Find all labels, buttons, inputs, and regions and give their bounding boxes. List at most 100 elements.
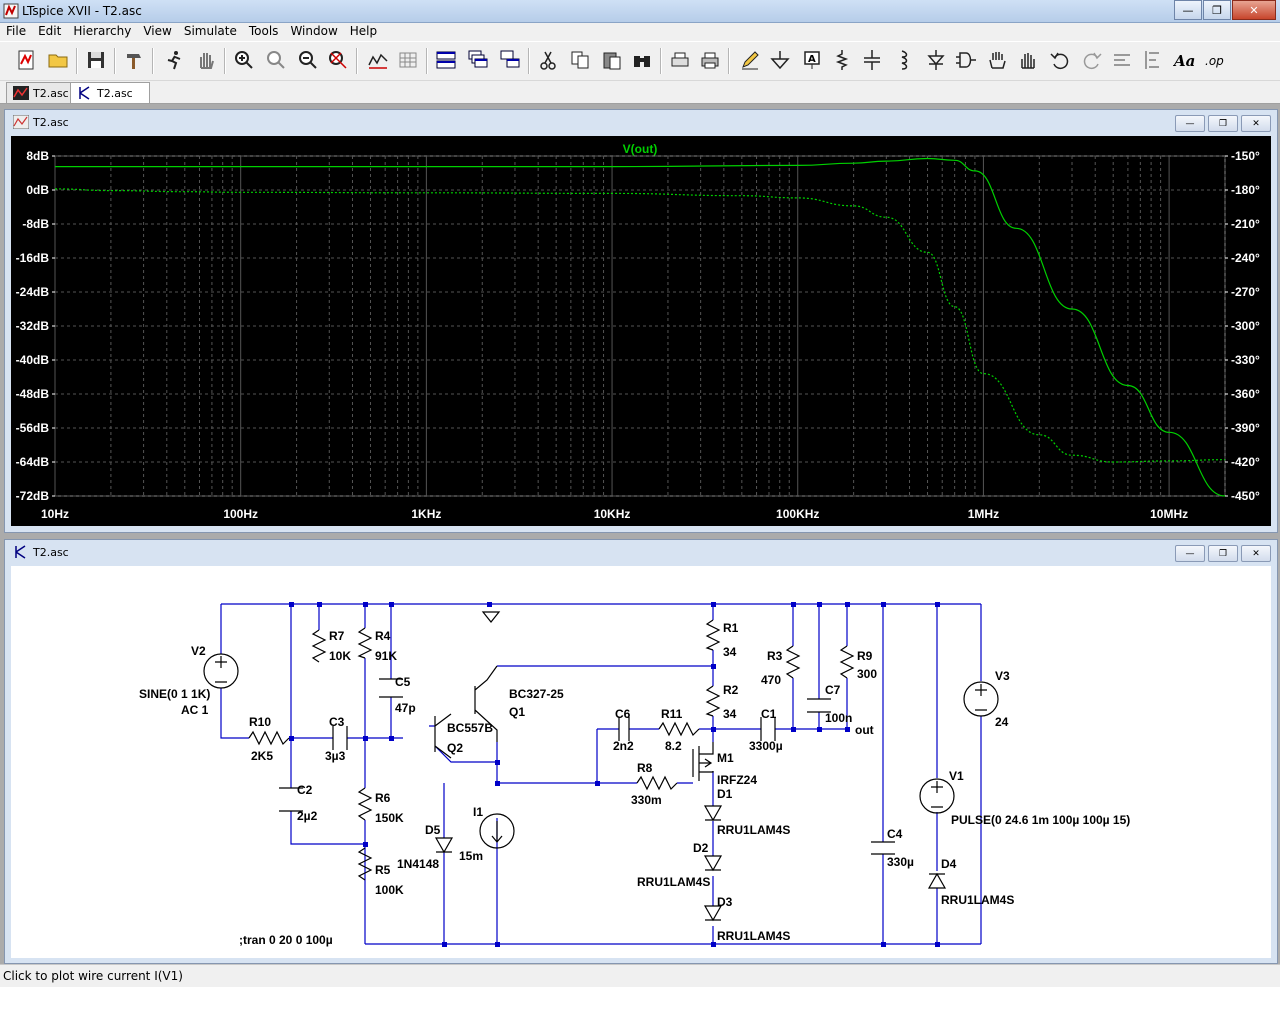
x-tick-label: 10KHz: [594, 507, 631, 521]
x-tick-label: 100Hz: [223, 507, 258, 521]
tile-vertical-button[interactable]: [498, 48, 522, 72]
cascade-button[interactable]: [466, 48, 490, 72]
schematic-svg[interactable]: V2 SINE(0 1 1K) AC 1 R10 2K5 C3 3µ3 R7 1…: [11, 566, 1271, 958]
cut-button[interactable]: [536, 48, 560, 72]
label-r4: R4: [375, 629, 391, 643]
diode-button[interactable]: [924, 48, 948, 72]
zoom-out-button[interactable]: [296, 48, 320, 72]
schematic-minimize-button[interactable]: —: [1175, 545, 1205, 562]
draw-wire-button[interactable]: [738, 48, 762, 72]
hand-halt-icon: [200, 53, 214, 69]
label-r7: R7: [329, 629, 345, 643]
close-button[interactable]: ✕: [1232, 0, 1276, 20]
components[interactable]: [203, 611, 999, 922]
resistor-button[interactable]: [830, 48, 854, 72]
label-q2: Q2: [447, 741, 463, 755]
print-button[interactable]: [698, 48, 722, 72]
y2-tick-label: -150°: [1231, 149, 1260, 163]
text-icon: Aa: [1173, 52, 1195, 70]
plot-window-titlebar[interactable]: T2.asc — ❐ ✕: [5, 110, 1277, 136]
spice-directive-button[interactable]: .op: [1204, 48, 1228, 72]
schematic-close-button[interactable]: ✕: [1241, 545, 1271, 562]
menu-window[interactable]: Window: [284, 23, 343, 38]
menu-view[interactable]: View: [137, 23, 177, 38]
plot-minimize-button[interactable]: —: [1175, 115, 1205, 132]
label-c5-value: 47p: [395, 701, 416, 715]
mirror-button[interactable]: [1140, 48, 1164, 72]
zoom-in-button[interactable]: [232, 48, 256, 72]
move-button[interactable]: [986, 48, 1010, 72]
label-i1-value: 15m: [459, 849, 483, 863]
menu-hierarchy[interactable]: Hierarchy: [67, 23, 137, 38]
plot-close-button[interactable]: ✕: [1241, 115, 1271, 132]
component-button[interactable]: [954, 48, 978, 72]
y-tick-label: -16dB: [16, 251, 50, 265]
magnitude-trace: [55, 157, 1226, 497]
drag-button[interactable]: [1016, 48, 1040, 72]
zoom-full-button[interactable]: [326, 48, 350, 72]
waveform-tab-icon: [13, 86, 29, 100]
label-r1-value: 34: [723, 645, 737, 659]
label-i1: I1: [473, 805, 483, 819]
menu-edit[interactable]: Edit: [32, 23, 67, 38]
menu-file[interactable]: File: [0, 23, 32, 38]
svg-text:A: A: [808, 54, 816, 65]
label-d5: D5: [425, 823, 441, 837]
tab-plot[interactable]: T2.asc: [6, 82, 78, 103]
label-c1: C1: [761, 707, 777, 721]
redo-button[interactable]: [1080, 48, 1104, 72]
y2-tick-label: -300°: [1231, 319, 1260, 333]
run-button[interactable]: [162, 48, 186, 72]
paste-button[interactable]: [600, 48, 624, 72]
tab-label: T2.asc: [33, 86, 69, 100]
label-r5-value: 100K: [375, 883, 404, 897]
autorange-button[interactable]: [366, 48, 390, 72]
copy-button[interactable]: [568, 48, 592, 72]
copy-icon: [571, 51, 589, 69]
label-c2: C2: [297, 783, 313, 797]
plot-restore-button[interactable]: ❐: [1208, 115, 1238, 132]
mirror-icon: [1145, 51, 1159, 69]
mdi-workspace: T2.asc — ❐ ✕ 8dB -150° 0dB -180° -8dB -210° -1…: [0, 104, 1280, 964]
maximize-button[interactable]: ❐: [1203, 0, 1231, 20]
y-tick-label: -56dB: [16, 421, 50, 435]
undo-button[interactable]: [1048, 48, 1072, 72]
schematic-canvas[interactable]: V2 SINE(0 1 1K) AC 1 R10 2K5 C3 3µ3 R7 1…: [11, 566, 1271, 958]
control-panel-button[interactable]: [122, 48, 146, 72]
ground-button[interactable]: [768, 48, 792, 72]
bode-plot-svg[interactable]: 8dB -150° 0dB -180° -8dB -210° -16dB -240° -24dB…: [11, 136, 1271, 526]
pan-button[interactable]: [264, 48, 288, 72]
open-button[interactable]: [46, 48, 70, 72]
ltspice-app-icon: [3, 3, 19, 19]
spice-directive-tran[interactable]: ;tran 0 20 0 100µ: [239, 933, 333, 947]
label-r8-value: 330m: [631, 793, 662, 807]
label-net-button[interactable]: A: [800, 48, 824, 72]
rotate-button[interactable]: [1110, 48, 1134, 72]
save-button[interactable]: [84, 48, 108, 72]
print-setup-button[interactable]: [668, 48, 692, 72]
halt-button[interactable]: [194, 48, 218, 72]
tab-schematic[interactable]: T2.asc: [70, 82, 150, 103]
label-q2-model: BC557B: [447, 721, 493, 735]
menu-tools[interactable]: Tools: [243, 23, 285, 38]
new-schematic-button[interactable]: [14, 48, 38, 72]
waveform-plot[interactable]: 8dB -150° 0dB -180° -8dB -210° -16dB -240° -24dB…: [11, 136, 1271, 526]
text-button[interactable]: Aa: [1172, 48, 1196, 72]
label-d3-value: RRU1LAM4S: [717, 929, 790, 943]
printer-setup-icon: [671, 52, 689, 67]
label-d4: D4: [941, 857, 957, 871]
schematic-window-titlebar[interactable]: T2.asc — ❐ ✕: [5, 540, 1277, 566]
label-d2: D2: [693, 841, 709, 855]
capacitor-button[interactable]: [860, 48, 884, 72]
find-button[interactable]: [630, 48, 654, 72]
tile-horizontal-button[interactable]: [434, 48, 458, 72]
label-ac: AC 1: [181, 703, 209, 717]
schematic-restore-button[interactable]: ❐: [1208, 545, 1238, 562]
label-d3: D3: [717, 895, 733, 909]
inductor-button[interactable]: [892, 48, 916, 72]
menu-simulate[interactable]: Simulate: [178, 23, 243, 38]
menu-help[interactable]: Help: [344, 23, 383, 38]
toggle-grid-button[interactable]: [396, 48, 420, 72]
minimize-button[interactable]: —: [1174, 0, 1202, 20]
zoom-fit-icon: [329, 51, 347, 69]
